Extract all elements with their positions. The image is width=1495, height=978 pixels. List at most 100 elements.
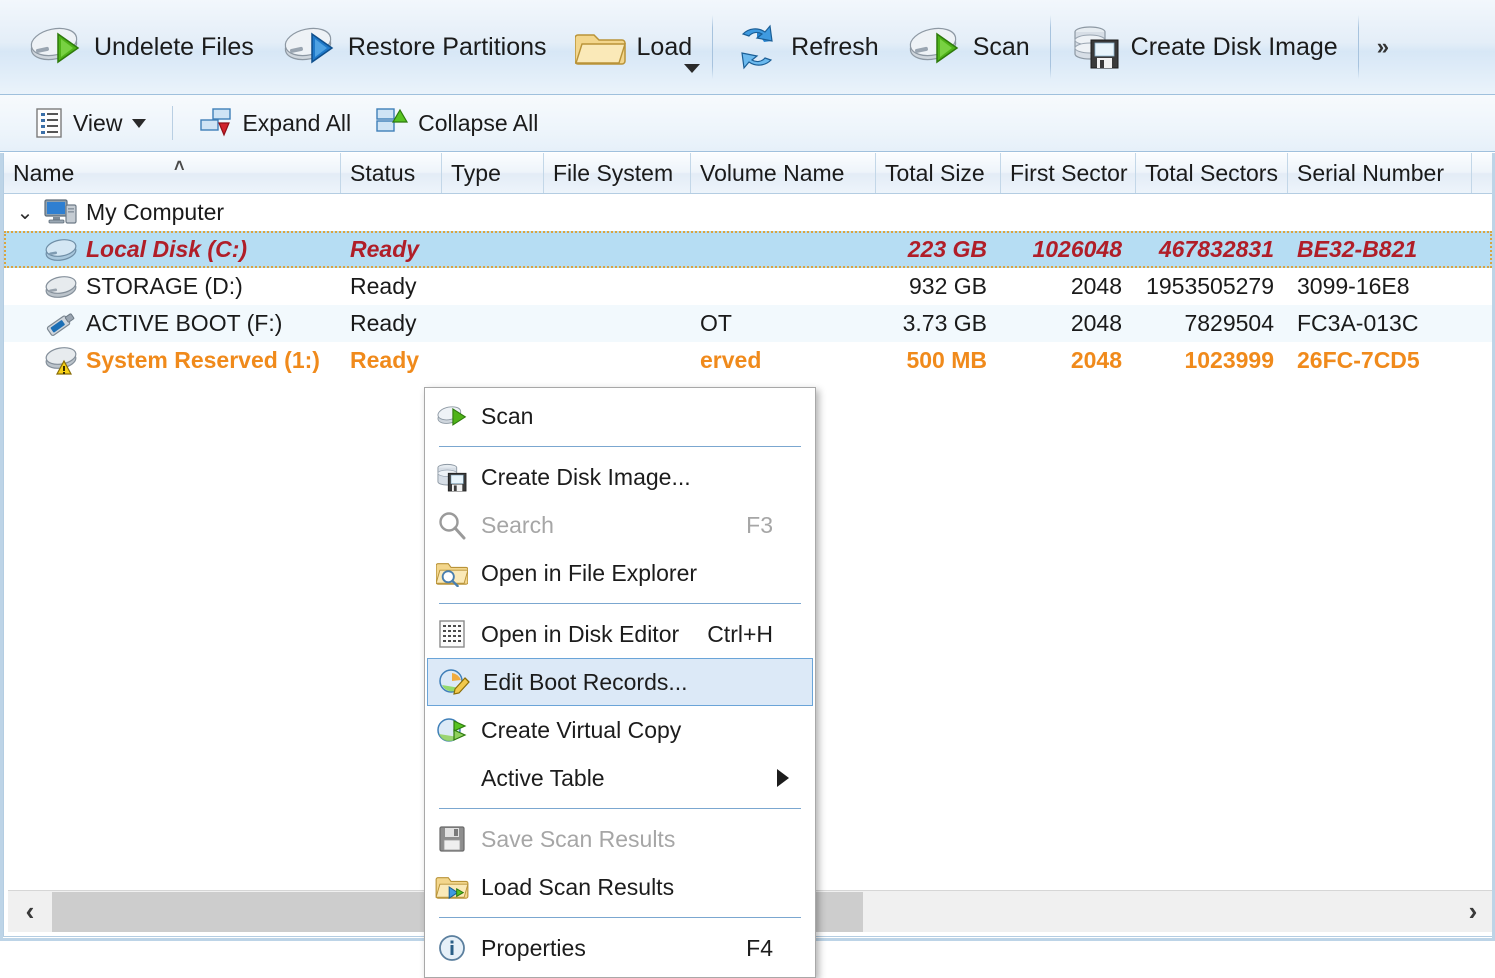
grid-column-header-total-size[interactable]: Total Size: [876, 153, 1001, 193]
disk-stack-floppy-icon: [436, 462, 468, 492]
menu-item-icon-slot: [435, 761, 469, 795]
toolbar-label: Restore Partitions: [348, 33, 547, 62]
toolbar-label: Scan: [973, 33, 1030, 62]
folder-search-icon: [436, 559, 468, 587]
folder-open-icon: [575, 26, 627, 68]
toolbar-button-expand-all[interactable]: Expand All: [187, 101, 363, 145]
menu-item-search: SearchF3: [425, 501, 815, 549]
toolbar-button-view[interactable]: View: [22, 101, 158, 145]
menu-item-label: Load Scan Results: [481, 874, 803, 901]
toolbar-label: Refresh: [791, 33, 879, 62]
toolbar-button-collapse-all[interactable]: Collapse All: [363, 101, 550, 145]
submenu-arrow-icon: [777, 769, 789, 787]
menu-item-active-table[interactable]: Active Table: [425, 754, 815, 802]
menu-item-create-disk-image[interactable]: Create Disk Image...: [425, 453, 815, 501]
view-list-icon: [34, 107, 64, 139]
menu-separator: [439, 446, 801, 447]
tree-expand-toggle-icon[interactable]: ⌄: [14, 200, 36, 225]
table-row[interactable]: STORAGE (D:)Ready932 GB20481953505279309…: [4, 268, 1492, 305]
table-row[interactable]: ⌄ My Computer: [4, 194, 1492, 231]
menu-item-edit-boot-records[interactable]: Edit Boot Records...: [427, 658, 813, 706]
context-menu[interactable]: Scan Create Disk Image... SearchF3 Open …: [424, 387, 816, 978]
column-header-label: Serial Number: [1297, 160, 1444, 187]
disk-blue-icon: [44, 237, 78, 263]
cell-serial-number: FC3A-013C: [1288, 310, 1472, 337]
menu-item-open-in-disk-editor[interactable]: Open in Disk EditorCtrl+H: [425, 610, 815, 658]
menu-item-label: Search: [481, 512, 726, 539]
menu-item-open-in-file-explorer[interactable]: Open in File Explorer: [425, 549, 815, 597]
column-header-label: Total Size: [885, 160, 985, 187]
cell-status: Ready: [341, 236, 442, 263]
menu-item-icon-slot: [435, 617, 469, 651]
chevron-down-icon[interactable]: [132, 119, 146, 128]
grid-column-header-serial-number[interactable]: Serial Number: [1288, 153, 1472, 193]
cell-name: ⌄ My Computer: [4, 198, 341, 228]
menu-item-icon-slot: [435, 931, 469, 965]
table-row[interactable]: Local Disk (C:)Ready223 GB10260484678328…: [4, 231, 1492, 268]
cell-name: Local Disk (C:): [4, 236, 341, 263]
row-name-label: System Reserved (1:): [86, 347, 320, 374]
toolbar-button-refresh[interactable]: Refresh: [719, 11, 893, 83]
computer-icon: [44, 198, 78, 228]
cell-total-sectors: 467832831: [1136, 236, 1288, 263]
menu-separator: [439, 603, 801, 604]
cell-first-sector: 2048: [1001, 310, 1136, 337]
toolbar-button-restore-partitions[interactable]: Restore Partitions: [268, 11, 561, 83]
table-row[interactable]: System Reserved (1:)Readyerved500 MB2048…: [4, 342, 1492, 379]
cell-serial-number: 26FC-7CD5: [1288, 347, 1472, 374]
cell-total-sectors: 7829504: [1136, 310, 1288, 337]
grid-column-header-volume-name[interactable]: Volume Name: [691, 153, 876, 193]
row-name-label: STORAGE (D:): [86, 273, 243, 300]
refresh-arrows-icon: [733, 24, 781, 70]
row-name-label: ACTIVE BOOT (F:): [86, 310, 282, 337]
column-header-label: First Sector: [1010, 160, 1128, 187]
virtual-copy-icon: [436, 715, 468, 745]
grid-column-header-status[interactable]: Status: [341, 153, 442, 193]
grid-column-header-name[interactable]: Name˄: [4, 153, 341, 193]
cell-total-sectors: 1953505279: [1136, 273, 1288, 300]
menu-item-icon-slot: [435, 399, 469, 433]
cell-status: Ready: [341, 347, 442, 374]
menu-item-label: Open in File Explorer: [481, 560, 803, 587]
toolbar-button-undelete-files[interactable]: Undelete Files: [14, 11, 268, 83]
toolbar-button-load[interactable]: Load: [561, 11, 707, 83]
menu-separator: [439, 808, 801, 809]
toolbar-overflow-button[interactable]: »: [1365, 34, 1399, 60]
menu-item-label: Active Table: [481, 765, 777, 792]
menu-item-icon-slot: [435, 460, 469, 494]
disk-green-play-icon: [907, 26, 963, 68]
menu-item-label: Open in Disk Editor: [481, 621, 687, 648]
column-header-label: Type: [451, 160, 501, 187]
sort-ascending-icon: ˄: [174, 156, 185, 177]
menu-item-properties[interactable]: PropertiesF4: [425, 924, 815, 972]
grid-column-header-type[interactable]: Type: [442, 153, 544, 193]
toolbar-button-scan[interactable]: Scan: [893, 11, 1044, 83]
grid-header-row: Name˄Status Type File System Volume Name Tot…: [4, 153, 1492, 194]
toolbar-button-create-disk-image[interactable]: Create Disk Image: [1057, 11, 1352, 83]
grid-column-header-first-sector[interactable]: First Sector: [1001, 153, 1136, 193]
table-row[interactable]: ACTIVE BOOT (F:)ReadyOT3.73 GB2048782950…: [4, 305, 1492, 342]
expand-all-icon: [199, 107, 233, 139]
scroll-left-arrow-icon[interactable]: ‹: [8, 892, 52, 932]
disk-stack-floppy-icon: [1071, 24, 1121, 70]
grid-column-header-total-sectors[interactable]: Total Sectors: [1136, 153, 1288, 193]
toolbar-divider: [172, 106, 173, 140]
menu-item-create-virtual-copy[interactable]: Create Virtual Copy: [425, 706, 815, 754]
floppy-save-icon: [438, 825, 466, 853]
toolbar-label: Create Disk Image: [1131, 33, 1338, 62]
menu-item-scan[interactable]: Scan: [425, 392, 815, 440]
chevron-down-icon[interactable]: [684, 64, 700, 73]
scroll-right-arrow-icon[interactable]: ›: [1451, 892, 1495, 932]
disk-gray-icon: [44, 274, 78, 300]
column-header-label: File System: [553, 160, 673, 187]
row-name-label: My Computer: [86, 199, 224, 226]
grid-column-header-file-system[interactable]: File System: [544, 153, 691, 193]
info-icon: [437, 933, 467, 963]
menu-item-label: Create Disk Image...: [481, 464, 803, 491]
cell-status: Ready: [341, 273, 442, 300]
menu-item-load-scan-results[interactable]: Load Scan Results: [425, 863, 815, 911]
cell-total-size: 223 GB: [876, 236, 1001, 263]
cell-name: STORAGE (D:): [4, 273, 341, 300]
folder-load-icon: [435, 873, 469, 901]
menu-item-label: Edit Boot Records...: [483, 669, 800, 696]
